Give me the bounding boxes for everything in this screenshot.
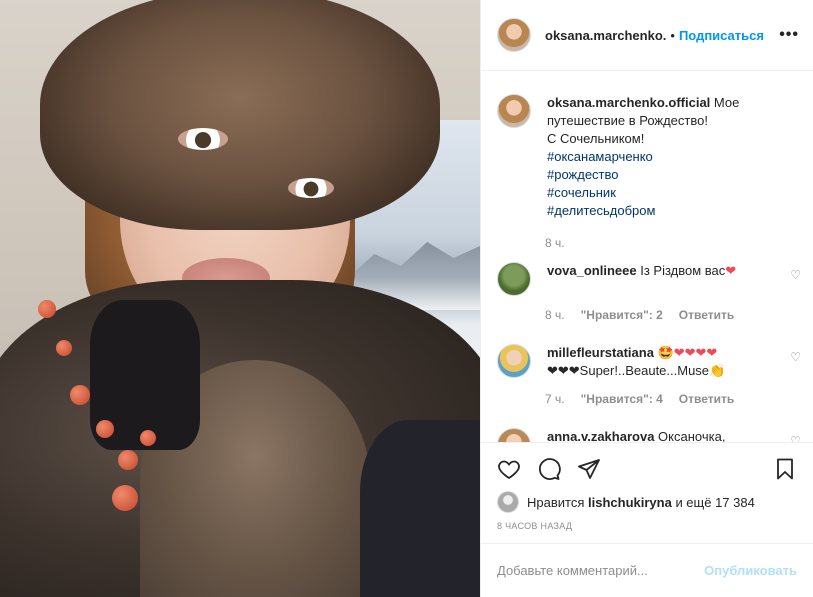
more-options-icon[interactable]: ••• xyxy=(779,26,799,44)
caption-author-avatar[interactable] xyxy=(497,94,531,128)
comment-like-icon[interactable]: ♡ xyxy=(790,268,801,282)
instagram-post: oksana.marchenko. • Подписаться ••• oksa… xyxy=(0,0,813,597)
comment-text: anna.v.zakharova Оксаночка, xyxy=(547,428,787,442)
post-actions-area: Нравится lishchukiryna и ещё 17 384 8 ЧА… xyxy=(481,442,813,531)
likes-summary: Нравится lishchukiryna и ещё 17 384 xyxy=(481,483,813,513)
follow-button[interactable]: Подписаться xyxy=(679,28,764,43)
publish-button[interactable]: Опубликовать xyxy=(704,563,797,578)
comment-time[interactable]: 7 ч. xyxy=(545,392,565,406)
author-username[interactable]: oksana.marchenko. xyxy=(545,28,666,43)
comment-like-icon[interactable]: ♡ xyxy=(790,434,801,442)
eye-left xyxy=(178,128,228,150)
comment-emoji-line: 🤩❤❤❤❤ xyxy=(657,345,718,360)
reply-button[interactable]: Ответить xyxy=(679,308,734,322)
comment-text: vova_onlineee Із Різдвом вас❤ xyxy=(547,262,787,296)
action-bar xyxy=(481,443,813,483)
comment-item: vova_onlineee Із Різдвом вас❤ ♡ xyxy=(497,262,801,296)
caption-text: oksana.marchenko.official Мое путешестви… xyxy=(547,94,787,220)
commenter-avatar[interactable] xyxy=(497,262,531,296)
heart-emoji: ❤ xyxy=(725,263,737,278)
heart-icon[interactable] xyxy=(497,457,521,481)
coral-bead xyxy=(140,430,156,446)
caption-username[interactable]: oksana.marchenko.official xyxy=(547,95,710,110)
hashtag-link[interactable]: #делитесьдобром xyxy=(547,202,787,220)
hashtag-link[interactable]: #рождество xyxy=(547,166,787,184)
caption-line-2: С Сочельником! xyxy=(547,131,645,146)
coral-bead xyxy=(118,450,138,470)
comment-text: millefleurstatiana 🤩❤❤❤❤ ❤❤❤Super!..Beau… xyxy=(547,344,787,380)
comment-like-icon[interactable]: ♡ xyxy=(790,350,801,364)
liker-avatar[interactable] xyxy=(497,491,519,513)
fur-hat xyxy=(40,0,440,230)
comment-time[interactable]: 8 ч. xyxy=(545,308,565,322)
post-side-panel: oksana.marchenko. • Подписаться ••• oksa… xyxy=(480,0,813,597)
reply-button[interactable]: Ответить xyxy=(679,392,734,406)
caption-meta: 8 ч. xyxy=(545,236,797,250)
coral-bead xyxy=(112,485,138,511)
caption-time[interactable]: 8 ч. xyxy=(545,236,565,250)
comment-username[interactable]: anna.v.zakharova xyxy=(547,429,654,442)
add-comment-bar: Добавьте комментарий... Опубликовать xyxy=(481,543,813,597)
coral-bead xyxy=(38,300,56,318)
coral-bead xyxy=(70,385,90,405)
bookmark-icon[interactable] xyxy=(773,457,797,481)
author-avatar[interactable] xyxy=(497,18,531,52)
comment-icon[interactable] xyxy=(537,457,561,481)
liker-username[interactable]: lishchukiryna xyxy=(588,495,672,510)
eye-right xyxy=(288,178,334,198)
comment-username[interactable]: vova_onlineee xyxy=(547,263,637,278)
hashtag-link[interactable]: #сочельник xyxy=(547,184,787,202)
separator-dot: • xyxy=(670,27,675,43)
comment-item: anna.v.zakharova Оксаночка, ♡ xyxy=(497,428,801,442)
dark-jacket xyxy=(360,420,480,597)
hashtag-link[interactable]: #оксанамарченко xyxy=(547,148,787,166)
comment-likes-count[interactable]: "Нравится": 4 xyxy=(581,392,663,406)
comment-username[interactable]: millefleurstatiana xyxy=(547,345,654,360)
posted-time[interactable]: 8 ЧАСОВ НАЗАД xyxy=(481,513,813,531)
comment-likes-count[interactable]: "Нравится": 2 xyxy=(581,308,663,322)
comment-body: ❤❤❤Super!..Beaute...Muse👏 xyxy=(547,363,726,378)
comment-body: Оксаночка, xyxy=(658,429,726,442)
comment-body: Із Різдвом вас xyxy=(640,263,726,278)
coral-bead xyxy=(56,340,72,356)
likes-prefix: Нравится xyxy=(527,494,585,510)
comment-input[interactable]: Добавьте комментарий... xyxy=(497,563,648,578)
comments-list[interactable]: oksana.marchenko.official Мое путешестви… xyxy=(481,72,813,442)
comment-item: millefleurstatiana 🤩❤❤❤❤ ❤❤❤Super!..Beau… xyxy=(497,344,801,380)
post-photo[interactable] xyxy=(0,0,480,597)
commenter-avatar[interactable] xyxy=(497,344,531,378)
post-header: oksana.marchenko. • Подписаться ••• xyxy=(481,0,813,71)
likes-count[interactable]: и ещё 17 384 xyxy=(675,495,754,510)
coral-bead xyxy=(96,420,114,438)
comment-meta: 7 ч. "Нравится": 4 Ответить xyxy=(545,392,797,406)
send-icon[interactable] xyxy=(577,457,601,481)
commenter-avatar[interactable] xyxy=(497,428,531,442)
caption: oksana.marchenko.official Мое путешестви… xyxy=(497,94,797,220)
comment-meta: 8 ч. "Нравится": 2 Ответить xyxy=(545,308,797,322)
